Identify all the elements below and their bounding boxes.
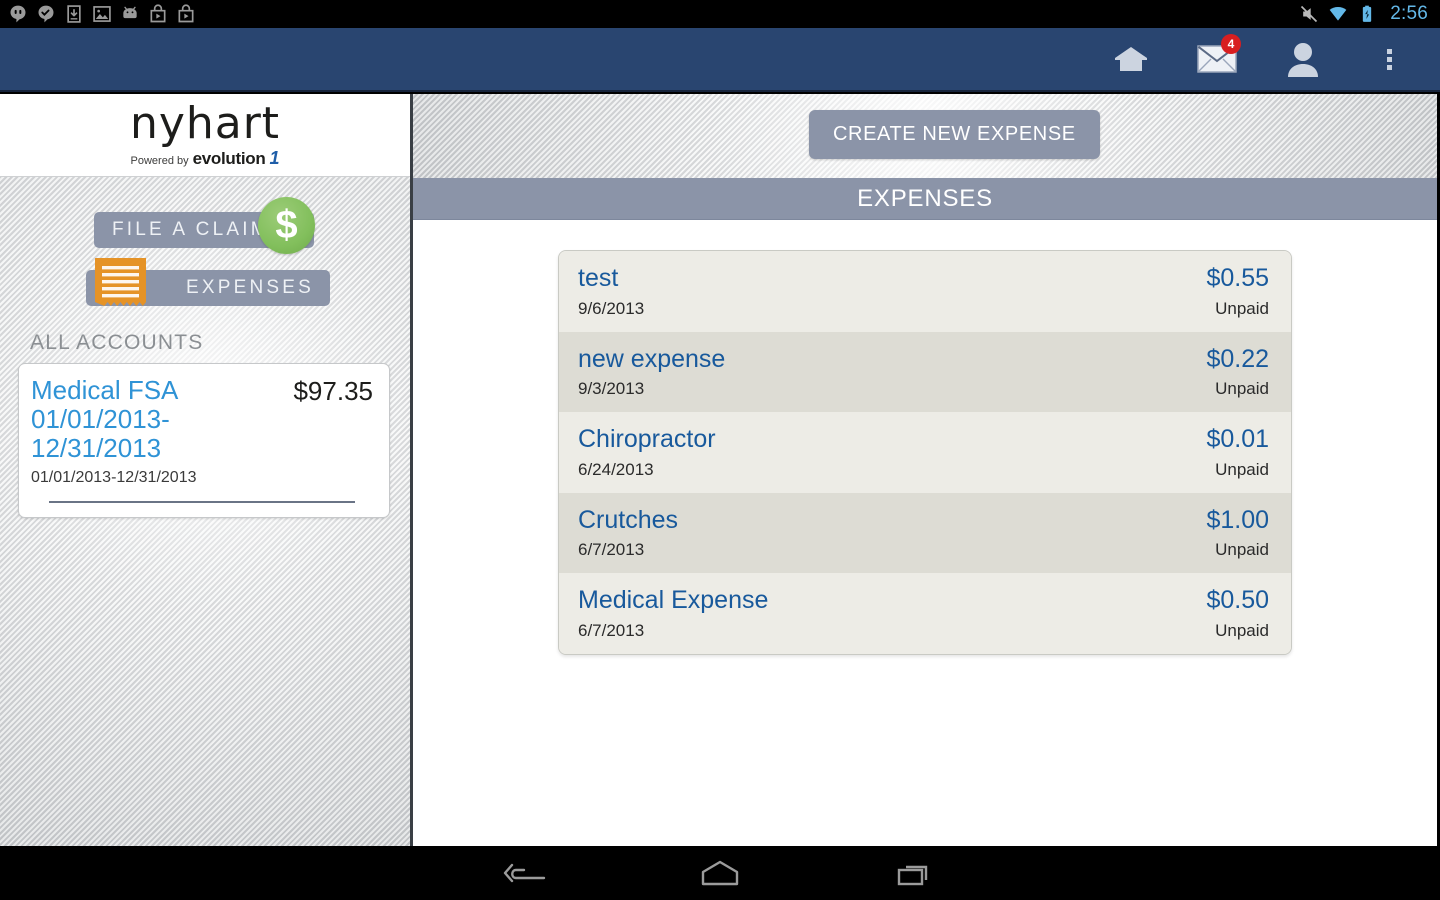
status-badge: Unpaid <box>1215 620 1269 640</box>
status-notification-icons <box>0 4 196 24</box>
account-card-top: Medical FSA 01/01/2013-12/31/2013 $97.35 <box>31 375 373 464</box>
android-icon <box>123 6 137 19</box>
account-divider <box>49 501 355 504</box>
android-status-bar: 2:56 <box>0 0 1440 28</box>
brand-name: nyhart <box>129 97 281 149</box>
expenses-list: test 9/6/2013 $0.55 Unpaid new expense 9… <box>558 250 1292 655</box>
dollar-coin-icon: $ <box>258 197 315 254</box>
account-balance: $97.35 <box>293 376 373 406</box>
main-content: CREATE NEW EXPENSE EXPENSES test 9/6/201… <box>413 94 1437 846</box>
mail-badge: 4 <box>1221 34 1241 54</box>
brand-logo-panel: nyhart Powered by evolution 1 <box>0 94 410 177</box>
mail-button[interactable]: 4 <box>1194 34 1241 82</box>
status-badge: Unpaid <box>1215 459 1269 479</box>
expense-info: Chiropractor 6/24/2013 <box>578 425 716 480</box>
create-new-expense-button[interactable]: CREATE NEW EXPENSE <box>809 110 1100 159</box>
table-row[interactable]: Chiropractor 6/24/2013 $0.01 Unpaid <box>559 412 1291 493</box>
mute-icon <box>1301 5 1318 23</box>
expense-info: Medical Expense 6/7/2013 <box>578 586 769 641</box>
expense-meta: $0.22 Unpaid <box>1206 344 1269 400</box>
expense-title: Crutches <box>578 505 679 534</box>
table-row[interactable]: Crutches 6/7/2013 $1.00 Unpaid <box>559 492 1291 573</box>
expense-title: Chiropractor <box>578 425 716 453</box>
expense-amount: $1.00 <box>1206 505 1269 534</box>
home-button[interactable] <box>1108 36 1154 82</box>
android-navigation-bar <box>0 846 1440 900</box>
expense-meta: $0.01 Unpaid <box>1206 425 1269 480</box>
overflow-menu-icon <box>1386 48 1392 70</box>
app-body: nyhart Powered by evolution 1 FILE A CLA… <box>0 94 1440 846</box>
wifi-icon <box>1329 7 1347 21</box>
sidebar: nyhart Powered by evolution 1 FILE A CLA… <box>0 94 413 846</box>
evolution-label: evolution <box>192 148 266 168</box>
nav-back-button[interactable] <box>495 853 553 893</box>
image-icon <box>93 6 111 22</box>
overflow-menu-button[interactable] <box>1366 36 1412 82</box>
expense-date: 9/3/2013 <box>578 379 645 398</box>
expense-amount: $0.01 <box>1206 425 1269 453</box>
home-icon <box>701 860 739 886</box>
status-badge: Unpaid <box>1215 298 1269 318</box>
expense-amount: $0.50 <box>1206 586 1269 614</box>
expense-date: 6/7/2013 <box>578 540 645 559</box>
expenses-section-title: EXPENSES <box>413 178 1437 220</box>
hangouts-icon <box>10 5 26 23</box>
expense-title: Medical Expense <box>578 586 769 614</box>
account-name: Medical FSA 01/01/2013-12/31/2013 <box>31 375 177 464</box>
screen: 2:56 4 nyhart Powered by evolution 1 FIL… <box>0 0 1440 900</box>
home-icon <box>1115 47 1147 71</box>
expense-title: test <box>578 264 619 292</box>
chat-check-icon <box>38 5 54 23</box>
expense-meta: $1.00 Unpaid <box>1206 505 1269 561</box>
table-row[interactable]: Medical Expense 6/7/2013 $0.50 Unpaid <box>559 573 1291 654</box>
action-bar-icons: 4 <box>1108 34 1440 82</box>
expense-amount: $0.55 <box>1206 264 1269 292</box>
account-plan-dates: 01/01/2013-12/31/2013 <box>31 469 197 487</box>
brand-tagline: Powered by evolution 1 <box>131 148 280 169</box>
expense-title: new expense <box>578 344 726 373</box>
back-icon <box>503 863 546 883</box>
status-clock: 2:56 <box>1390 3 1428 24</box>
play-store-icon <box>150 4 166 23</box>
account-card-medical-fsa[interactable]: Medical FSA 01/01/2013-12/31/2013 $97.35… <box>18 363 390 519</box>
person-icon <box>1288 43 1318 77</box>
profile-button[interactable] <box>1280 36 1326 82</box>
app-action-bar: 4 <box>0 28 1440 92</box>
sidebar-nav: FILE A CLAIM $ EXPENSES <box>0 177 410 317</box>
status-badge: Unpaid <box>1215 540 1269 559</box>
receipt-icon <box>95 258 146 306</box>
recent-apps-icon <box>897 865 928 886</box>
evolution-one-mark: 1 <box>269 147 280 168</box>
status-badge: Unpaid <box>1215 379 1269 398</box>
download-icon <box>67 5 81 23</box>
expenses-list-wrapper: test 9/6/2013 $0.55 Unpaid new expense 9… <box>413 220 1437 655</box>
powered-by-label: Powered by <box>130 154 189 167</box>
expense-amount: $0.22 <box>1206 344 1269 373</box>
status-system-icons: 2:56 <box>1299 3 1440 25</box>
content-top-band: CREATE NEW EXPENSE <box>413 94 1437 178</box>
sidebar-item-expenses[interactable]: EXPENSES <box>0 258 410 317</box>
expense-info: Crutches 6/7/2013 <box>578 505 679 561</box>
nav-recents-button[interactable] <box>887 853 945 893</box>
play-store-icon-2 <box>178 4 194 23</box>
expense-date: 6/24/2013 <box>578 459 654 479</box>
expense-meta: $0.50 Unpaid <box>1206 586 1269 641</box>
expense-info: test 9/6/2013 <box>578 264 645 319</box>
battery-charging-icon <box>1363 5 1372 22</box>
expense-date: 9/6/2013 <box>578 298 645 318</box>
sidebar-item-file-a-claim[interactable]: FILE A CLAIM $ <box>0 197 410 259</box>
table-row[interactable]: new expense 9/3/2013 $0.22 Unpaid <box>559 331 1291 412</box>
all-accounts-label: ALL ACCOUNTS <box>30 331 204 354</box>
expense-info: new expense 9/3/2013 <box>578 344 726 400</box>
table-row[interactable]: test 9/6/2013 $0.55 Unpaid <box>559 251 1291 332</box>
expense-meta: $0.55 Unpaid <box>1206 264 1269 319</box>
expense-date: 6/7/2013 <box>578 620 645 640</box>
nav-home-button[interactable] <box>691 853 749 893</box>
